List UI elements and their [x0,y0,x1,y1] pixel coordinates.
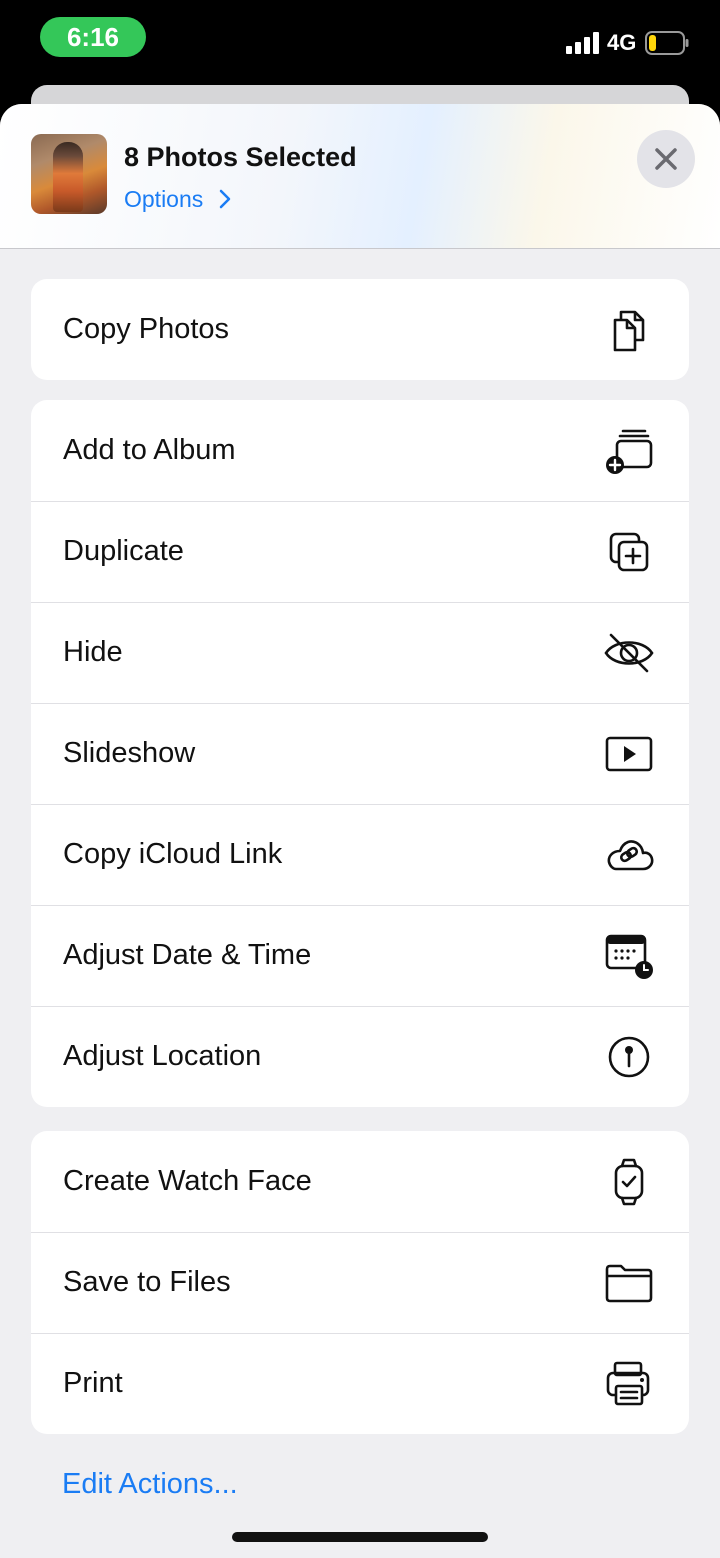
watch-icon [601,1154,657,1210]
action-print[interactable]: Print [31,1333,689,1434]
share-sheet-header: 8 Photos Selected Options [0,104,720,249]
folder-icon [601,1255,657,1311]
network-type: 4G [607,30,637,55]
options-label: Options [124,186,204,212]
action-label: Adjust Date & Time [63,939,312,971]
printer-icon [601,1356,657,1412]
chevron-right-icon [219,189,230,209]
cellular-signal-icon [566,32,599,54]
action-hide[interactable]: Hide [31,602,689,703]
location-pin-icon [601,1029,657,1085]
action-label: Print [63,1367,123,1399]
thumbnail-figure [53,142,83,212]
copy-icon [601,302,657,358]
action-label: Adjust Location [63,1040,262,1072]
status-bar: 6:16 4G [0,0,720,84]
play-rectangle-icon [601,726,657,782]
action-label: Slideshow [63,737,196,769]
action-label: Copy Photos [63,313,230,345]
action-duplicate[interactable]: Duplicate [31,501,689,602]
action-add-to-album[interactable]: Add to Album [31,400,689,501]
add-to-album-icon [601,423,657,479]
action-copy-photos[interactable]: Copy Photos [31,279,689,380]
photo-thumbnail [31,134,107,214]
action-group-copy: Copy Photos [31,279,689,380]
close-icon [655,148,677,170]
duplicate-icon [601,524,657,580]
action-slideshow[interactable]: Slideshow [31,703,689,804]
home-indicator [232,1532,488,1542]
options-link[interactable]: Options [124,186,232,213]
action-label: Copy iCloud Link [63,838,283,870]
close-button[interactable] [637,130,695,188]
selection-title: 8 Photos Selected [124,142,357,172]
edit-actions-link[interactable]: Edit Actions... [62,1468,238,1501]
action-label: Duplicate [63,535,184,567]
status-time[interactable]: 6:16 [40,17,146,57]
action-create-watch-face[interactable]: Create Watch Face [31,1131,689,1232]
action-label: Add to Album [63,434,236,466]
action-copy-icloud-link[interactable]: Copy iCloud Link [31,804,689,905]
battery-icon [645,31,689,55]
action-group-organize: Add to Album Duplicate Hide Slideshow Co… [31,400,689,1107]
share-sheet: 8 Photos Selected Options Copy Photos Ad… [0,104,720,1558]
calendar-clock-icon [601,928,657,984]
action-group-export: Create Watch Face Save to Files Print [31,1131,689,1434]
cloud-link-icon [601,827,657,883]
action-adjust-date-time[interactable]: Adjust Date & Time [31,905,689,1006]
action-label: Save to Files [63,1266,231,1298]
eye-slash-icon [601,625,657,681]
action-adjust-location[interactable]: Adjust Location [31,1006,689,1107]
action-label: Hide [63,636,123,668]
action-save-to-files[interactable]: Save to Files [31,1232,689,1333]
action-label: Create Watch Face [63,1165,312,1197]
